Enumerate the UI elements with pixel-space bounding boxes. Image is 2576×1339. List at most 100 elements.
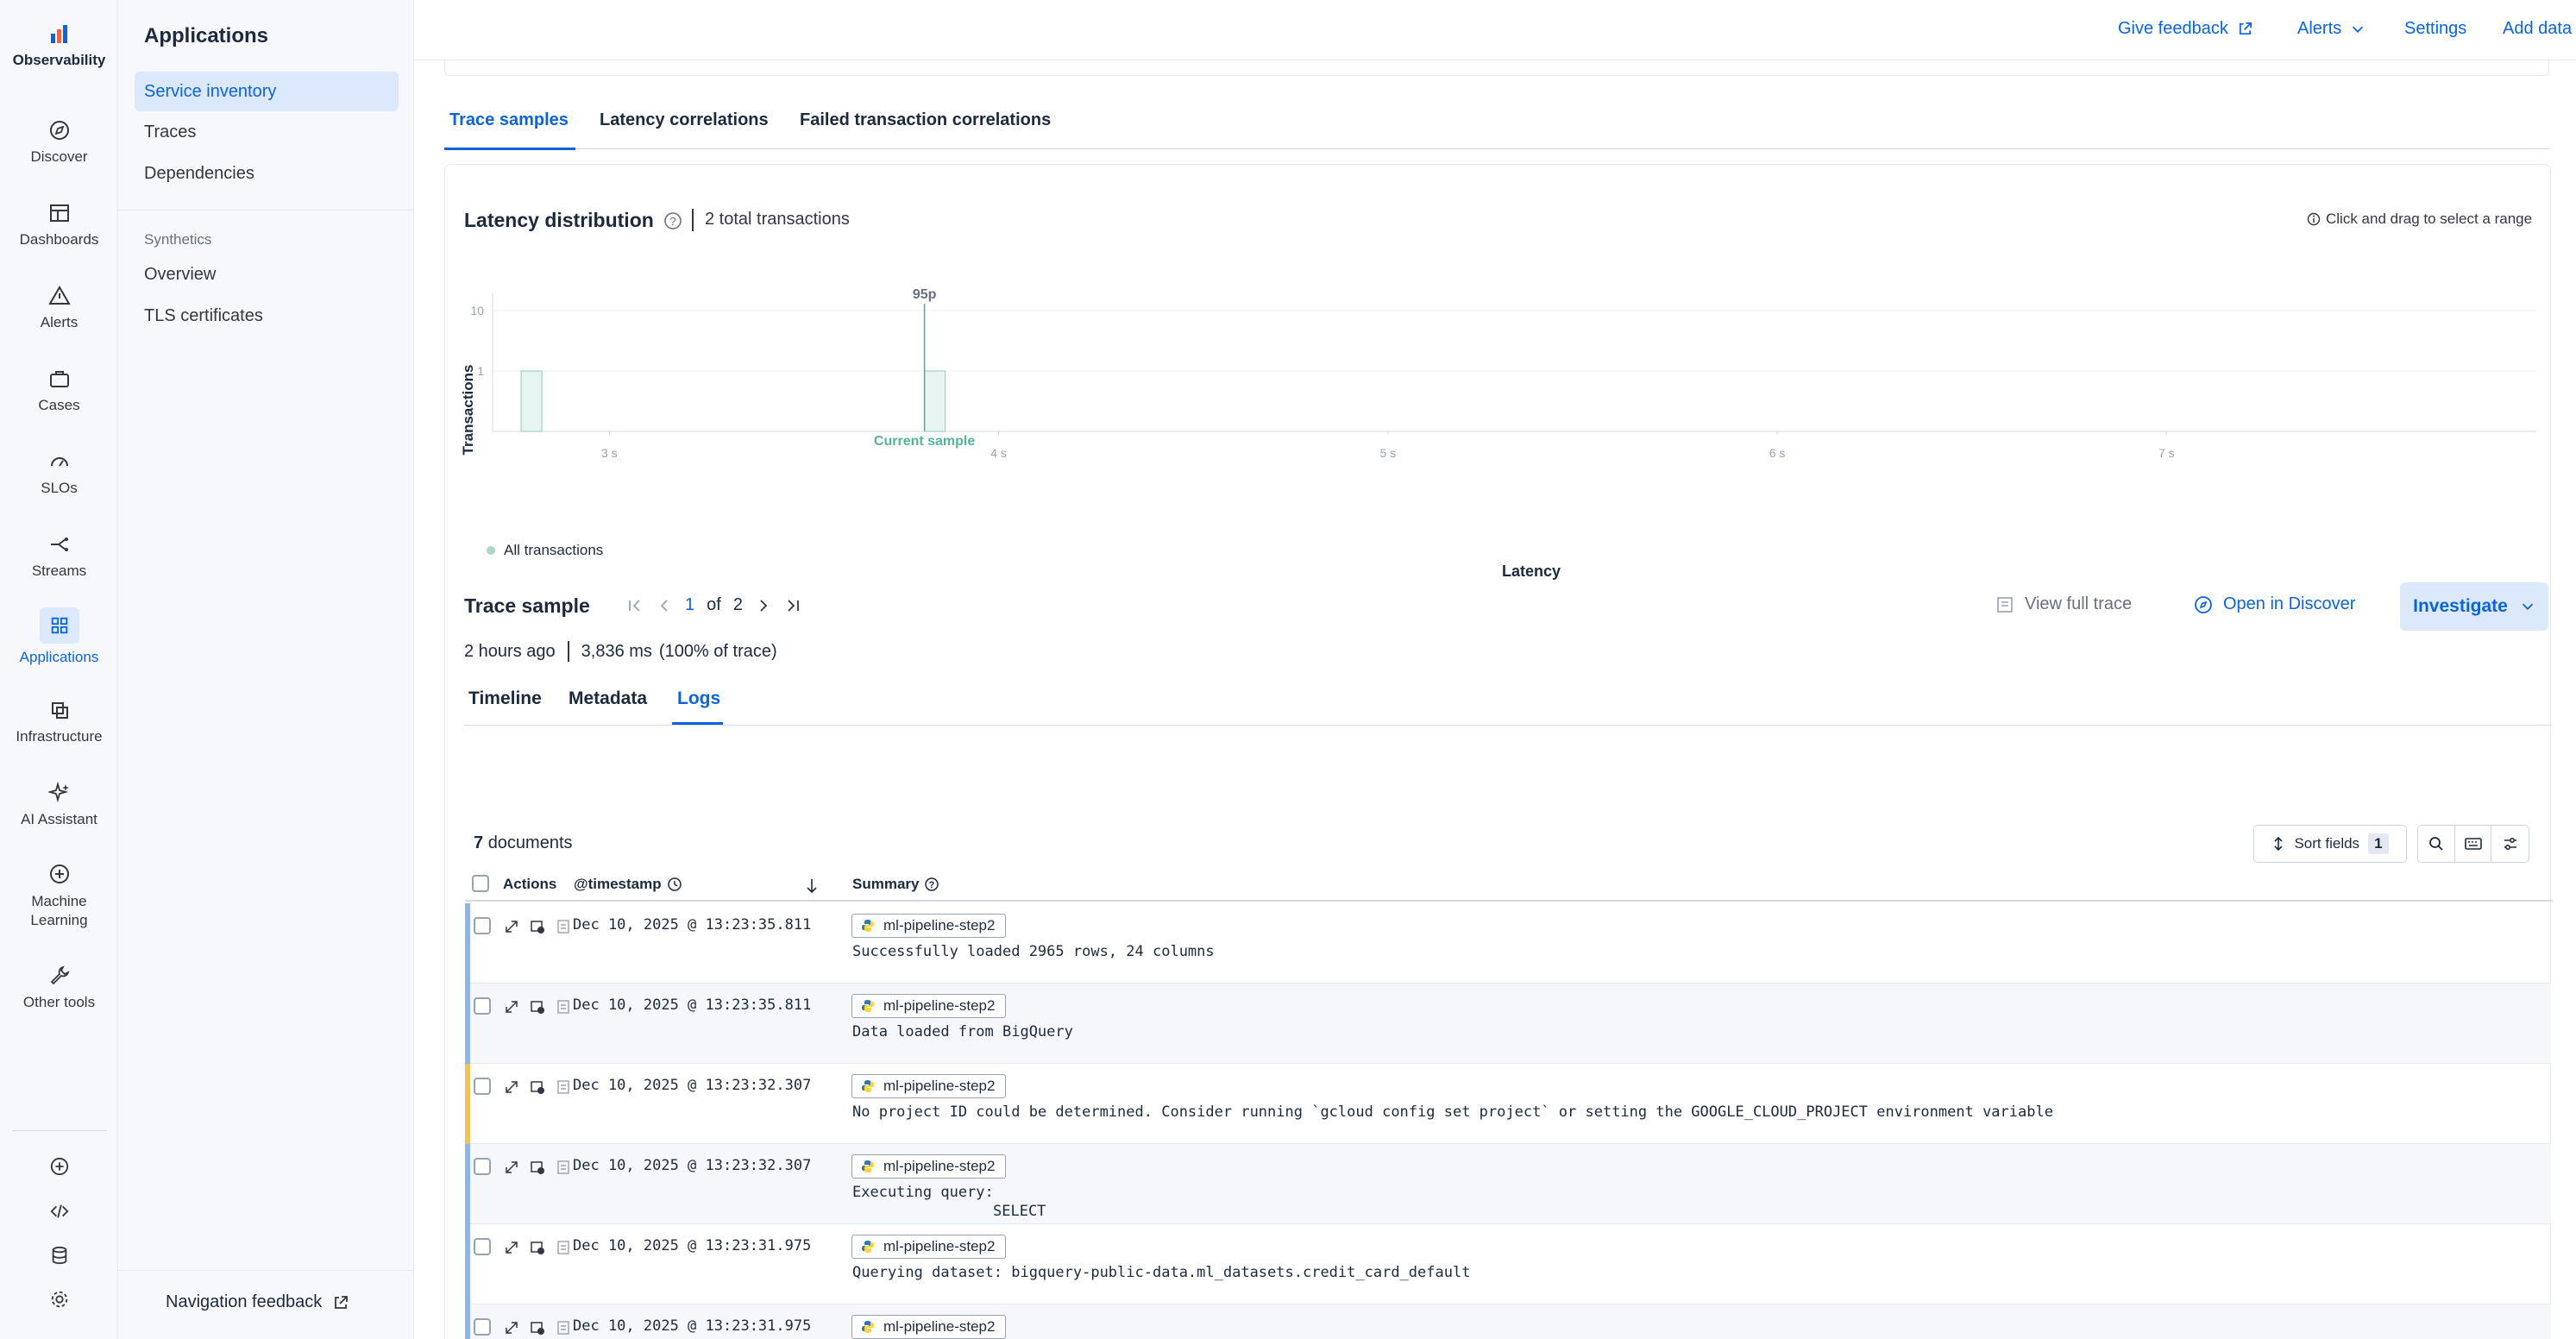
service-badge[interactable]: ml-pipeline-step2: [851, 1074, 1007, 1098]
subtab-timeline[interactable]: Timeline: [468, 688, 542, 709]
row-checkbox[interactable]: [474, 1158, 491, 1175]
expand-icon[interactable]: [504, 999, 519, 1015]
expand-icon[interactable]: [504, 1320, 519, 1336]
add-data-link[interactable]: Add data: [2503, 19, 2572, 39]
row-checkbox[interactable]: [474, 1318, 491, 1336]
nav-item-overview[interactable]: Overview: [135, 255, 399, 294]
table-row[interactable]: Dec 10, 2025 @ 13:23:31.975 ml-pipeline-s…: [465, 1304, 2551, 1339]
expand-icon[interactable]: [504, 1079, 519, 1095]
keyboard-shortcuts-button[interactable]: [2455, 826, 2492, 862]
x-tick-label: 7 s: [2158, 446, 2175, 460]
navigation-feedback-link[interactable]: Navigation feedback: [166, 1292, 349, 1312]
rail-label: Applications: [19, 649, 99, 665]
document-icon[interactable]: [556, 1320, 571, 1336]
python-icon: [862, 920, 874, 932]
python-icon: [862, 1321, 874, 1333]
next-page-icon[interactable]: [755, 597, 772, 614]
view-full-trace-button[interactable]: View full trace: [1995, 594, 2132, 614]
rail-item-other-tools[interactable]: Other tools: [0, 965, 118, 1011]
row-checkbox[interactable]: [474, 917, 491, 934]
expand-icon[interactable]: [504, 1240, 519, 1255]
rail-label: Other tools: [22, 994, 96, 1010]
rail-item-cases[interactable]: Cases: [0, 368, 118, 414]
service-badge[interactable]: ml-pipeline-step2: [851, 994, 1007, 1018]
investigate-button[interactable]: Investigate: [2400, 582, 2548, 631]
nav-item-traces[interactable]: Traces: [135, 112, 399, 152]
log-document-icon[interactable]: [530, 999, 545, 1015]
nav-item-service-inventory[interactable]: Service inventory: [135, 72, 399, 111]
sort-fields-button[interactable]: Sort fields 1: [2253, 825, 2407, 863]
row-checkbox[interactable]: [474, 1238, 491, 1255]
chart-legend[interactable]: All transactions: [487, 542, 603, 559]
row-checkbox[interactable]: [474, 997, 491, 1015]
dev-tools-button[interactable]: [0, 1201, 118, 1226]
select-all-checkbox[interactable]: [472, 875, 489, 892]
sort-fields-label: Sort fields: [2294, 835, 2360, 852]
rail-item-infrastructure[interactable]: Infrastructure: [0, 699, 118, 745]
document-icon[interactable]: [556, 999, 571, 1015]
open-in-discover-button[interactable]: Open in Discover: [2194, 594, 2355, 614]
grid-settings-button[interactable]: [2491, 826, 2529, 862]
rail-item-slos[interactable]: SLOs: [0, 450, 118, 497]
grid-search-button[interactable]: [2418, 826, 2455, 862]
brand-logo[interactable]: Observability: [0, 22, 118, 69]
log-document-icon[interactable]: [530, 1240, 545, 1255]
rail-item-alerts[interactable]: Alerts: [0, 285, 118, 331]
service-badge[interactable]: ml-pipeline-step2: [851, 1315, 1007, 1339]
expand-icon[interactable]: [504, 1160, 519, 1175]
give-feedback-link[interactable]: Give feedback: [2118, 19, 2253, 39]
page-current[interactable]: 1: [685, 595, 694, 615]
row-checkbox[interactable]: [474, 1078, 491, 1095]
document-icon[interactable]: [556, 1240, 571, 1255]
table-row[interactable]: Dec 10, 2025 @ 13:23:32.307 ml-pipeline-s…: [465, 1064, 2551, 1144]
meta-separator: [567, 641, 569, 662]
column-actions: Actions: [503, 876, 557, 892]
settings-button[interactable]: [0, 1289, 118, 1314]
tab-trace-samples[interactable]: Trace samples: [449, 110, 569, 130]
rail-item-ai-assistant[interactable]: AI Assistant: [0, 782, 118, 828]
table-row[interactable]: Dec 10, 2025 @ 13:23:31.975 ml-pipeline-s…: [465, 1224, 2551, 1304]
service-badge[interactable]: ml-pipeline-step2: [851, 1154, 1007, 1179]
column-timestamp[interactable]: @timestamp: [574, 876, 682, 893]
latency-distribution-chart[interactable]: 1 10 3 s 4 s 5 s 6 s 7 s 95p Current sample Tra…: [444, 276, 2549, 587]
nav-item-dependencies[interactable]: Dependencies: [135, 154, 399, 193]
service-badge[interactable]: ml-pipeline-step2: [851, 914, 1007, 938]
secondary-nav: Applications Service inventory Traces De…: [118, 0, 414, 1339]
nav-item-tls-certificates[interactable]: TLS certificates: [135, 296, 399, 336]
tab-failed-transaction-correlations[interactable]: Failed transaction correlations: [800, 110, 1051, 130]
previous-page-icon[interactable]: [656, 597, 673, 614]
table-row[interactable]: Dec 10, 2025 @ 13:23:32.307 ml-pipeline-s…: [465, 1144, 2551, 1224]
legend-label: All transactions: [504, 542, 604, 558]
log-document-icon[interactable]: [530, 1160, 545, 1175]
log-document-icon[interactable]: [530, 1320, 545, 1336]
last-page-icon[interactable]: [784, 597, 801, 614]
document-icon[interactable]: [556, 1079, 571, 1095]
rail-item-machine-learning[interactable]: Machine Learning: [0, 863, 118, 930]
page-total[interactable]: 2: [733, 595, 743, 615]
settings-link[interactable]: Settings: [2404, 19, 2466, 39]
expand-icon[interactable]: [504, 919, 519, 934]
subtab-metadata[interactable]: Metadata: [569, 688, 647, 709]
rail-item-discover[interactable]: Discover: [0, 119, 118, 166]
tab-latency-correlations[interactable]: Latency correlations: [600, 110, 769, 130]
log-document-icon[interactable]: [530, 919, 545, 934]
add-button[interactable]: [0, 1156, 118, 1181]
help-icon[interactable]: ?: [663, 211, 682, 230]
subtab-logs[interactable]: Logs: [677, 688, 720, 709]
first-page-icon[interactable]: [626, 597, 644, 614]
table-row[interactable]: Dec 10, 2025 @ 13:23:35.811 ml-pipeline-s…: [465, 984, 2551, 1064]
rail-item-applications[interactable]: Applications: [0, 607, 118, 666]
rail-item-streams[interactable]: Streams: [0, 533, 118, 580]
rail-item-dashboards[interactable]: Dashboards: [0, 202, 118, 248]
document-icon[interactable]: [556, 1160, 571, 1175]
alerts-menu[interactable]: Alerts: [2297, 19, 2366, 39]
sort-descending-icon[interactable]: [805, 877, 819, 895]
log-document-icon[interactable]: [530, 1079, 545, 1095]
rail-label: Machine Learning: [30, 893, 88, 928]
current-sample-label: Current sample: [874, 434, 975, 449]
document-icon[interactable]: [556, 919, 571, 934]
data-management-button[interactable]: [0, 1245, 118, 1270]
table-row[interactable]: Dec 10, 2025 @ 13:23:35.811 ml-pipeline-s…: [465, 903, 2551, 984]
column-summary[interactable]: Summary ?: [852, 876, 939, 893]
service-badge[interactable]: ml-pipeline-step2: [851, 1235, 1007, 1259]
